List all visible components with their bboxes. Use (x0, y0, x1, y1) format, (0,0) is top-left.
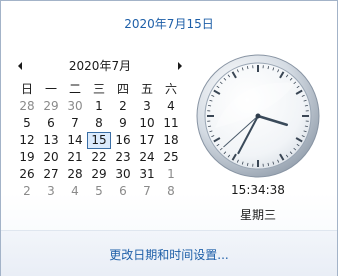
arrow-left-icon (18, 62, 22, 70)
calendar-day[interactable]: 1 (159, 166, 183, 183)
weekday-header: 二 (68, 82, 81, 96)
calendar-day[interactable]: 10 (135, 115, 159, 132)
calendar-day[interactable]: 18 (159, 132, 183, 149)
calendar-day[interactable]: 2 (15, 183, 39, 200)
calendar-day[interactable]: 16 (111, 132, 135, 149)
calendar-day[interactable]: 2 (111, 98, 135, 115)
calendar-day[interactable]: 8 (159, 183, 183, 200)
weekday-header: 四 (116, 82, 129, 96)
calendar-day[interactable]: 11 (159, 115, 183, 132)
calendar-day[interactable]: 27 (39, 166, 63, 183)
calendar-day[interactable]: 23 (111, 149, 135, 166)
calendar-day[interactable]: 20 (39, 149, 63, 166)
clock-center (255, 113, 261, 119)
calendar-day[interactable]: 3 (135, 98, 159, 115)
weekday-header: 一 (44, 82, 57, 96)
calendar-day[interactable]: 31 (135, 166, 159, 183)
calendar-day-today[interactable]: 15 (87, 132, 111, 149)
calendar-day[interactable]: 26 (15, 166, 39, 183)
calendar-day[interactable]: 3 (39, 183, 63, 200)
calendar-day[interactable]: 6 (111, 183, 135, 200)
calendar-day[interactable]: 8 (87, 115, 111, 132)
previous-month-button[interactable] (15, 58, 25, 74)
calendar-day[interactable]: 19 (15, 149, 39, 166)
calendar-day[interactable]: 12 (15, 132, 39, 149)
long-date-link[interactable]: 2020年7月15日 (1, 15, 337, 32)
calendar-day[interactable]: 30 (63, 98, 87, 115)
calendar-day[interactable]: 24 (135, 149, 159, 166)
clock-calendar-flyout: 2020年7月15日 2020年7月 日一二三四五六 28 29 30 1 2 3 4 5 6 7 8… (0, 0, 338, 276)
calendar-day[interactable]: 6 (39, 115, 63, 132)
calendar-day[interactable]: 21 (63, 149, 87, 166)
calendar-day[interactable]: 29 (87, 166, 111, 183)
calendar-day[interactable]: 28 (15, 98, 39, 115)
calendar-day[interactable]: 5 (87, 183, 111, 200)
calendar-day[interactable]: 29 (39, 98, 63, 115)
calendar-day[interactable]: 25 (159, 149, 183, 166)
calendar-day[interactable]: 14 (63, 132, 87, 149)
calendar-day[interactable]: 4 (159, 98, 183, 115)
calendar-day[interactable]: 7 (135, 183, 159, 200)
weekday-header: 五 (140, 82, 153, 96)
calendar-day[interactable]: 1 (87, 98, 111, 115)
footer-bar: 更改日期和时间设置... (1, 230, 337, 276)
analog-clock (196, 54, 320, 178)
calendar-day[interactable]: 4 (63, 183, 87, 200)
digital-time: 15:34:38 (231, 183, 285, 197)
change-date-time-settings-link[interactable]: 更改日期和时间设置... (1, 246, 337, 263)
arrow-right-icon (178, 62, 182, 70)
calendar-day[interactable]: 9 (111, 115, 135, 132)
weekday-header: 六 (164, 82, 177, 96)
calendar-day[interactable]: 5 (15, 115, 39, 132)
calendar-day[interactable]: 30 (111, 166, 135, 183)
calendar-day[interactable]: 28 (63, 166, 87, 183)
calendar-day[interactable]: 13 (39, 132, 63, 149)
weekday-header: 日 (20, 82, 33, 96)
weekday-header: 三 (92, 82, 105, 96)
next-month-button[interactable] (175, 58, 185, 74)
calendar-grid: 日一二三四五六 28 29 30 1 2 3 4 5 6 7 8 9 10 11 12 13 14 15 16 17 18… (15, 81, 183, 200)
calendar-navigation: 2020年7月 (15, 58, 185, 74)
calendar-day[interactable]: 17 (135, 132, 159, 149)
calendar-day[interactable]: 22 (87, 149, 111, 166)
calendar-day[interactable]: 7 (63, 115, 87, 132)
month-title[interactable]: 2020年7月 (35, 58, 165, 74)
weekday-label: 星期三 (239, 208, 276, 222)
